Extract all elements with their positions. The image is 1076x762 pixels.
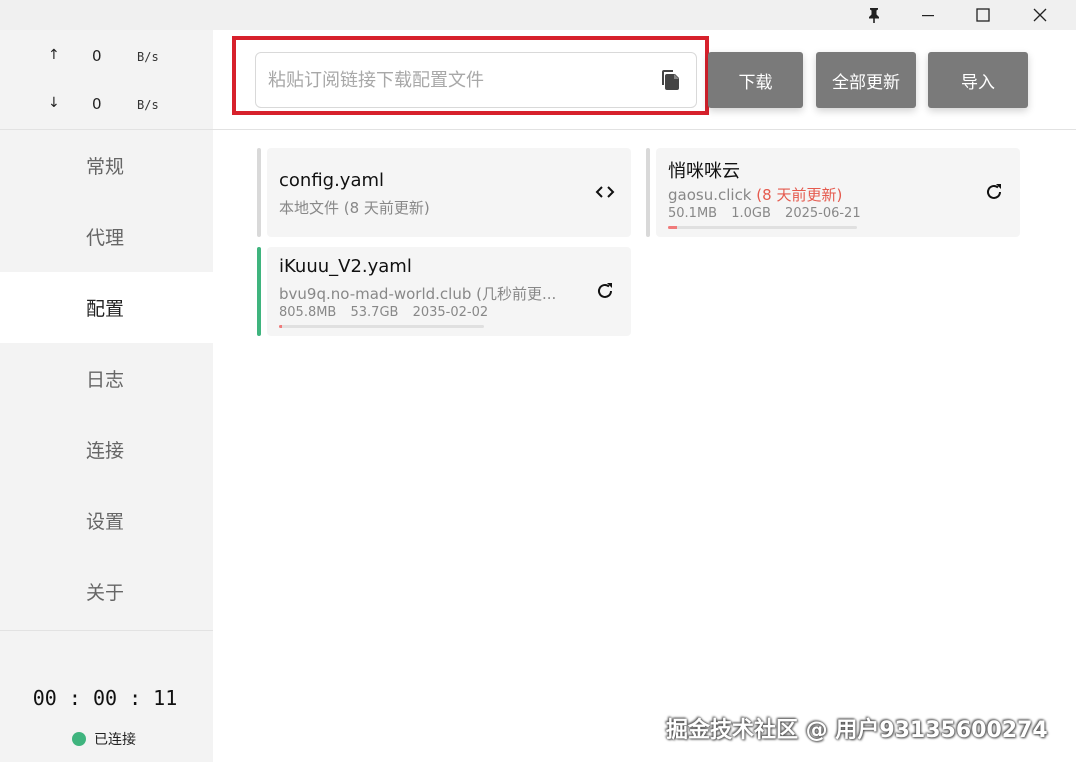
usage-progress-fill [279,325,283,328]
usage-used: 50.1MB [668,206,718,221]
connection-status: 已连接 [72,729,136,749]
sidebar: ↑ 0 B/s ↓ 0 B/s 常规 代理 配置 日志 连接 设置 关于 00 … [0,30,213,762]
expire-date: 2025-06-21 [785,206,861,221]
sidebar-footer: 00 : 00 : 11 已连接 [0,630,213,762]
card-indicator [646,148,650,237]
sidebar-item-label: 常规 [86,156,125,178]
sidebar-item-label: 设置 [86,511,125,533]
sidebar-item-label: 代理 [86,227,125,249]
sidebar-item-label: 日志 [86,369,125,391]
sidebar-item-connections[interactable]: 连接 [0,414,213,485]
profile-card-ikuuu[interactable]: iKuuu_V2.yaml bvu9q.no-mad-world.club (几… [257,247,631,336]
title-bar [0,0,1076,30]
pin-icon[interactable] [851,0,897,30]
update-all-button[interactable]: 全部更新 [816,52,916,108]
sidebar-item-label: 关于 [86,582,125,604]
connection-timer: 00 : 00 : 11 [32,686,178,710]
download-unit: B/s [137,98,159,112]
minimize-icon[interactable] [905,0,951,30]
download-value: 0 [92,95,102,113]
expire-date: 2035-02-02 [412,305,489,320]
usage-progress [279,325,484,328]
usage-total: 53.7GB [350,305,399,320]
traffic-panel: ↑ 0 B/s ↓ 0 B/s [0,30,213,130]
upload-arrow-icon: ↑ [48,47,60,63]
sidebar-item-proxy[interactable]: 代理 [0,201,213,272]
sidebar-item-label: 连接 [86,440,125,462]
import-button[interactable]: 导入 [928,52,1028,108]
usage-progress [668,226,857,229]
usage-used: 805.8MB [279,305,337,320]
download-speed: ↓ 0 B/s [0,93,213,117]
profile-card-config[interactable]: config.yaml 本地文件 (8 天前更新) [257,148,631,237]
sidebar-item-profiles[interactable]: 配置 [0,272,213,343]
usage-total: 1.0GB [731,206,771,221]
card-selected-indicator [257,247,261,336]
download-arrow-icon: ↓ [48,95,60,111]
profile-title: config.yaml [279,170,385,191]
profile-title: 悄咪咪云 [668,161,740,182]
connection-status-label: 已连接 [94,732,136,748]
sidebar-item-settings[interactable]: 设置 [0,485,213,556]
sidebar-item-label: 配置 [86,298,125,320]
card-indicator [257,148,261,237]
maximize-icon[interactable] [960,0,1006,30]
download-button[interactable]: 下载 [708,52,803,108]
refresh-icon[interactable] [983,181,1005,203]
status-dot-icon [72,732,86,746]
profile-usage: 805.8MB 53.7GB 2035-02-02 [279,305,498,320]
profile-subtitle: 本地文件 (8 天前更新) [279,199,430,217]
usage-progress-fill [668,226,678,229]
sidebar-nav: 常规 代理 配置 日志 连接 设置 关于 [0,130,213,627]
upload-value: 0 [92,47,102,65]
code-icon[interactable] [594,181,616,203]
upload-speed: ↑ 0 B/s [0,45,213,69]
profile-host: gaosu.click [668,186,752,204]
sidebar-item-logs[interactable]: 日志 [0,343,213,414]
highlight-box [232,36,709,115]
profile-card-qiaomimi[interactable]: 悄咪咪云 gaosu.click (8 天前更新) 50.1MB 1.0GB 2… [646,148,1020,237]
profile-title: iKuuu_V2.yaml [279,256,412,277]
profile-usage: 50.1MB 1.0GB 2025-06-21 [668,206,871,221]
sidebar-item-about[interactable]: 关于 [0,556,213,627]
profile-subtitle: gaosu.click (8 天前更新) [668,184,842,205]
profile-update-note: (8 天前更新) [756,186,843,204]
upload-unit: B/s [137,50,159,64]
refresh-icon[interactable] [594,280,616,302]
watermark: 掘金技术社区 @ 用户93135600274 [666,718,1048,743]
profile-subtitle: bvu9q.no-mad-world.club (几秒前更... [279,285,557,303]
sidebar-item-general[interactable]: 常规 [0,130,213,201]
close-icon[interactable] [1017,0,1063,30]
